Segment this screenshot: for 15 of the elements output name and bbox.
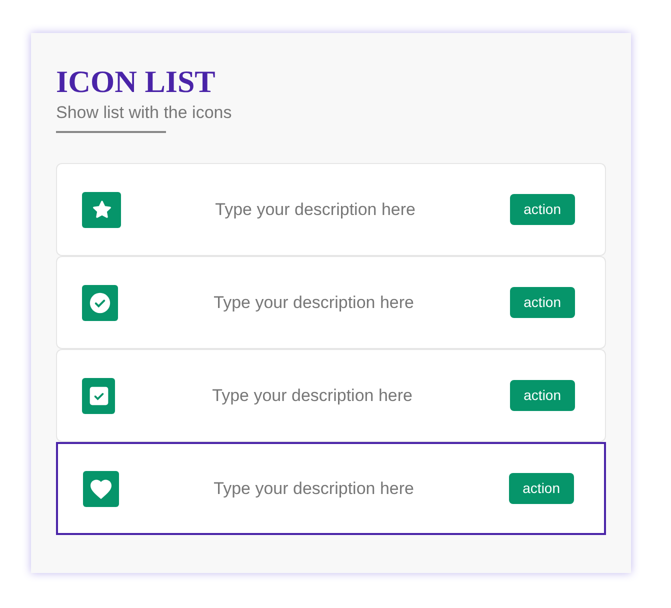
action-button[interactable]: action	[508, 473, 574, 504]
item-description: Type your description here	[214, 198, 416, 221]
item-description: Type your description here	[212, 478, 415, 500]
action-button[interactable]: action	[510, 380, 575, 411]
list-item[interactable]: Type your description here action	[56, 256, 606, 349]
item-description: Type your description here	[212, 292, 415, 314]
action-button[interactable]: action	[510, 194, 575, 225]
checkbox-icon	[82, 378, 115, 414]
item-description: Type your description here	[211, 384, 414, 407]
subtitle: Show list with the icons	[56, 102, 232, 124]
list-item[interactable]: Type your description here action	[56, 163, 606, 256]
page-title: ICON LIST	[56, 63, 216, 101]
list-item[interactable]: Type your description here action	[56, 442, 606, 535]
action-button[interactable]: action	[510, 287, 575, 318]
list-item[interactable]: Type your description here action	[56, 349, 606, 442]
